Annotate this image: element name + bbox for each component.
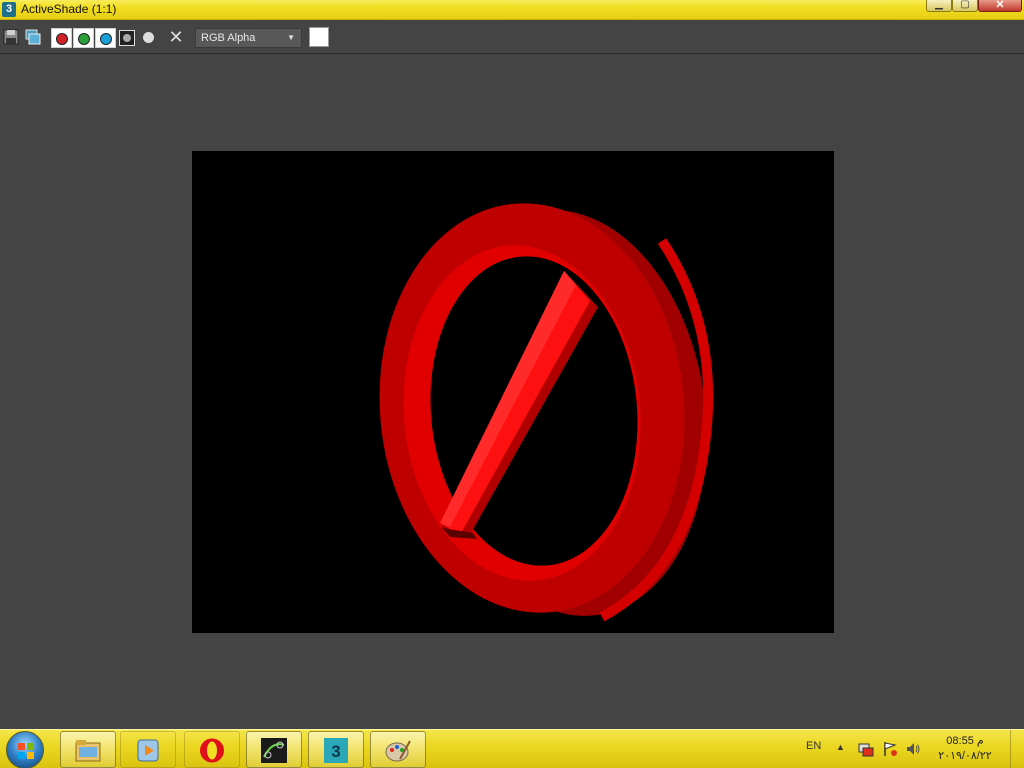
alpha-channel-toggle[interactable] bbox=[119, 30, 135, 46]
taskbar-graphics-app[interactable] bbox=[246, 731, 302, 768]
minimize-button[interactable]: ▁ bbox=[926, 0, 952, 12]
green-channel-toggle[interactable] bbox=[73, 28, 94, 48]
close-button[interactable]: ✕ bbox=[978, 0, 1022, 12]
svg-text:3: 3 bbox=[331, 742, 340, 761]
display-channel-select[interactable]: RGB Alpha ▼ bbox=[195, 28, 302, 48]
action-center-flag-icon[interactable] bbox=[882, 741, 898, 757]
taskbar-opera[interactable] bbox=[184, 731, 240, 768]
chevron-down-icon: ▼ bbox=[287, 33, 295, 42]
background-color-swatch[interactable] bbox=[309, 27, 329, 47]
language-indicator[interactable]: EN bbox=[806, 740, 821, 752]
taskbar-media-player[interactable] bbox=[120, 731, 176, 768]
show-desktop-button[interactable] bbox=[1010, 730, 1024, 768]
network-icon[interactable] bbox=[858, 741, 874, 757]
clear-button[interactable]: ✕ bbox=[168, 28, 184, 46]
system-clock[interactable]: 08:55 م ٢٠١٩/٠٨/٢٢ bbox=[930, 734, 1000, 764]
show-hidden-icons-icon[interactable]: ▲ bbox=[836, 742, 845, 752]
green-dot-icon bbox=[78, 33, 90, 45]
node-editor-icon bbox=[261, 738, 287, 763]
volume-icon[interactable] bbox=[905, 741, 921, 757]
blue-channel-toggle[interactable] bbox=[95, 28, 116, 48]
3ds-max-icon: 3 bbox=[324, 738, 348, 763]
maximize-button[interactable]: ▢ bbox=[952, 0, 978, 12]
taskbar-file-explorer[interactable] bbox=[60, 731, 116, 768]
taskbar-3ds-max[interactable]: 3 bbox=[308, 731, 364, 768]
alpha-dot-icon bbox=[123, 34, 131, 42]
render-viewport bbox=[192, 151, 834, 633]
clock-time: 08:55 م bbox=[946, 735, 984, 747]
title-bar: 3 ActiveShade (1:1) ▁ ▢ ✕ bbox=[0, 0, 1024, 20]
start-button[interactable] bbox=[6, 731, 44, 768]
folder-icon bbox=[75, 740, 101, 762]
activeshade-window: 3 ActiveShade (1:1) ▁ ▢ ✕ ✕ RGB Alpha ▼ … bbox=[0, 0, 1024, 768]
taskbar-paint[interactable] bbox=[370, 731, 426, 768]
toolbar: ✕ RGB Alpha ▼ bbox=[0, 20, 1024, 54]
minimize-icon: ▁ bbox=[935, 0, 943, 10]
close-icon: ✕ bbox=[995, 0, 1005, 11]
blue-dot-icon bbox=[100, 33, 112, 45]
paint-palette-icon bbox=[385, 740, 411, 762]
windows-logo-icon bbox=[18, 743, 34, 759]
taskbar: 3 EN ▲ 08:55 م ٢٠١٩/٠٨/٢٢ bbox=[0, 729, 1024, 768]
save-image-icon[interactable] bbox=[3, 29, 19, 45]
display-channel-value: RGB Alpha bbox=[201, 32, 256, 44]
media-player-icon bbox=[137, 739, 159, 762]
maximize-icon: ▢ bbox=[960, 0, 970, 10]
opera-icon bbox=[200, 738, 224, 763]
app-logo-icon: 3 bbox=[2, 2, 16, 17]
red-dot-icon bbox=[56, 33, 68, 45]
monochrome-toggle[interactable] bbox=[143, 32, 154, 43]
window-title: ActiveShade (1:1) bbox=[21, 2, 117, 16]
clock-date: ٢٠١٩/٠٨/٢٢ bbox=[938, 750, 992, 762]
rendered-prohibition-sign bbox=[379, 203, 714, 622]
clone-window-icon[interactable] bbox=[25, 29, 41, 45]
red-channel-toggle[interactable] bbox=[51, 28, 72, 48]
